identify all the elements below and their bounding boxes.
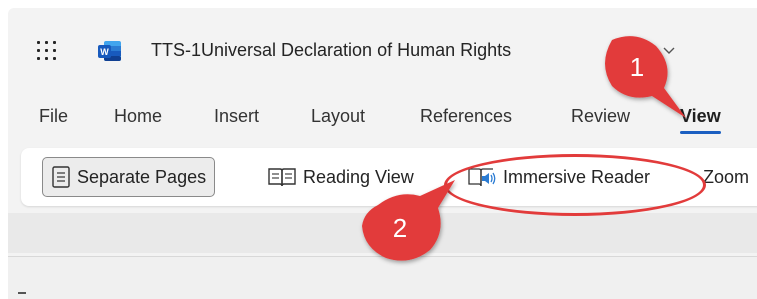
zoom-button[interactable]: Zoom: [703, 157, 749, 197]
tab-layout[interactable]: Layout: [311, 98, 365, 136]
word-logo-icon: W: [98, 41, 121, 61]
document-title[interactable]: TTS-1Universal Declaration of Human Righ…: [151, 40, 511, 61]
ribbon-tabs: File Home Insert Layout References Revie…: [8, 98, 757, 138]
svg-text:W: W: [100, 47, 109, 57]
zoom-label: Zoom: [703, 166, 750, 187]
reading-view-button[interactable]: Reading View: [267, 157, 414, 197]
document-canvas[interactable]: [8, 256, 757, 299]
tab-review[interactable]: Review: [571, 98, 630, 136]
open-book-icon: [268, 168, 296, 187]
page-icon: [52, 166, 70, 188]
tab-insert[interactable]: Insert: [214, 98, 259, 136]
callout-2-number: 2: [392, 213, 408, 243]
ruler-tab-marker: [18, 292, 26, 294]
waffle-grid-icon[interactable]: [34, 38, 60, 64]
tab-file[interactable]: File: [39, 98, 68, 136]
callout-1-number: 1: [629, 52, 645, 82]
separate-pages-button[interactable]: Separate Pages: [42, 157, 216, 197]
annotation-highlight-ellipse: [444, 154, 706, 216]
reading-view-label: Reading View: [303, 166, 414, 187]
chevron-down-icon[interactable]: [661, 42, 677, 58]
tab-home[interactable]: Home: [114, 98, 162, 136]
tab-view[interactable]: View: [680, 98, 721, 136]
tab-references[interactable]: References: [420, 98, 512, 136]
separate-pages-label: Separate Pages: [77, 166, 207, 187]
